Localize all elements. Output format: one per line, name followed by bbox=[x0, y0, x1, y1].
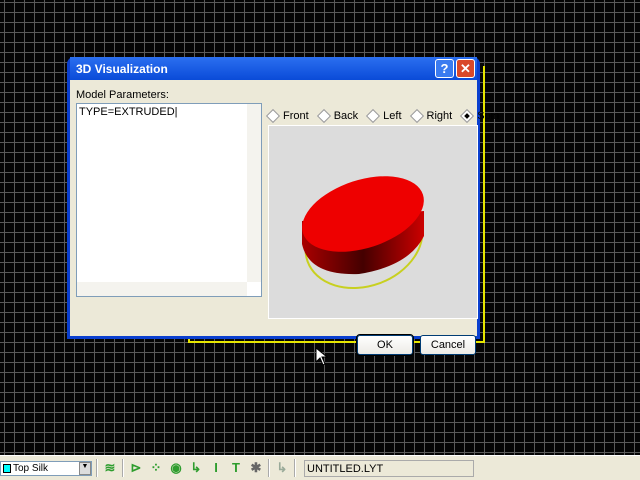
radio-front[interactable]: Front bbox=[265, 108, 309, 124]
radio-label: Spin bbox=[477, 110, 500, 122]
disabled-route-icon: ↳ bbox=[276, 460, 288, 475]
radio-label: Front bbox=[283, 110, 309, 122]
radio-indicator bbox=[460, 108, 475, 124]
3d-visualization-dialog: 3D Visualization ? ✕ Model Parameters: T… bbox=[67, 57, 499, 356]
model-parameters-label: Model Parameters: bbox=[76, 89, 169, 101]
model-parameters-textarea[interactable]: TYPE=EXTRUDED| bbox=[76, 103, 262, 297]
close-button[interactable]: ✕ bbox=[456, 59, 475, 78]
title-bar[interactable]: 3D Visualization ? ✕ bbox=[70, 57, 477, 80]
mouse-cursor bbox=[316, 348, 328, 366]
asterisk-icon[interactable]: ✱ bbox=[248, 460, 264, 476]
radio-back[interactable]: Back bbox=[316, 108, 359, 124]
separator bbox=[268, 459, 270, 477]
radio-indicator bbox=[316, 108, 331, 124]
filename-panel: UNTITLED.LYT bbox=[304, 459, 474, 477]
vertical-scrollbar[interactable] bbox=[247, 104, 261, 282]
radio-spin[interactable]: Spin bbox=[460, 108, 500, 124]
radio-indicator bbox=[366, 108, 381, 124]
radio-right[interactable]: Right bbox=[409, 108, 453, 124]
cancel-label: Cancel bbox=[430, 339, 466, 351]
cancel-button[interactable]: Cancel bbox=[420, 335, 476, 355]
pad-icon[interactable]: ⁘ bbox=[148, 460, 164, 476]
trim-icon[interactable]: T bbox=[228, 460, 244, 476]
ok-button[interactable]: OK bbox=[356, 334, 414, 356]
radio-indicator bbox=[265, 108, 281, 124]
view-radio-group: Front Back Left Right Spin bbox=[265, 108, 500, 124]
3d-model bbox=[302, 176, 424, 290]
chevron-down-icon[interactable]: ▼ bbox=[79, 461, 91, 475]
layer-select[interactable]: Top Silk ▼ bbox=[0, 460, 92, 476]
radio-label: Right bbox=[426, 110, 453, 122]
horizontal-scrollbar[interactable] bbox=[77, 282, 247, 296]
via-icon[interactable]: ◉ bbox=[168, 460, 184, 476]
layer-color-swatch bbox=[3, 463, 11, 473]
status-bar: Top Silk ▼ ≋ ⊳ ⁘ ◉ ↳ I T ✱ ↳ UNTITLED.LYT bbox=[0, 455, 640, 480]
separator bbox=[96, 459, 98, 477]
model-parameters-value: TYPE=EXTRUDED bbox=[79, 106, 175, 118]
layers-icon[interactable]: ≋ bbox=[102, 460, 118, 476]
dialog-title: 3D Visualization bbox=[76, 61, 168, 76]
ok-label: OK bbox=[377, 339, 393, 351]
radio-left[interactable]: Left bbox=[366, 108, 402, 124]
separator bbox=[294, 459, 296, 477]
3d-preview[interactable] bbox=[268, 125, 478, 319]
route-icon[interactable]: ↳ bbox=[188, 460, 204, 476]
help-button[interactable]: ? bbox=[435, 59, 454, 78]
radio-indicator bbox=[409, 108, 424, 124]
radio-label: Left bbox=[383, 110, 402, 122]
radio-label: Back bbox=[333, 110, 359, 122]
separator bbox=[122, 459, 124, 477]
measure-icon[interactable]: I bbox=[208, 460, 224, 476]
layer-value: Top Silk bbox=[13, 462, 49, 474]
pin-icon[interactable]: ⊳ bbox=[128, 460, 144, 476]
